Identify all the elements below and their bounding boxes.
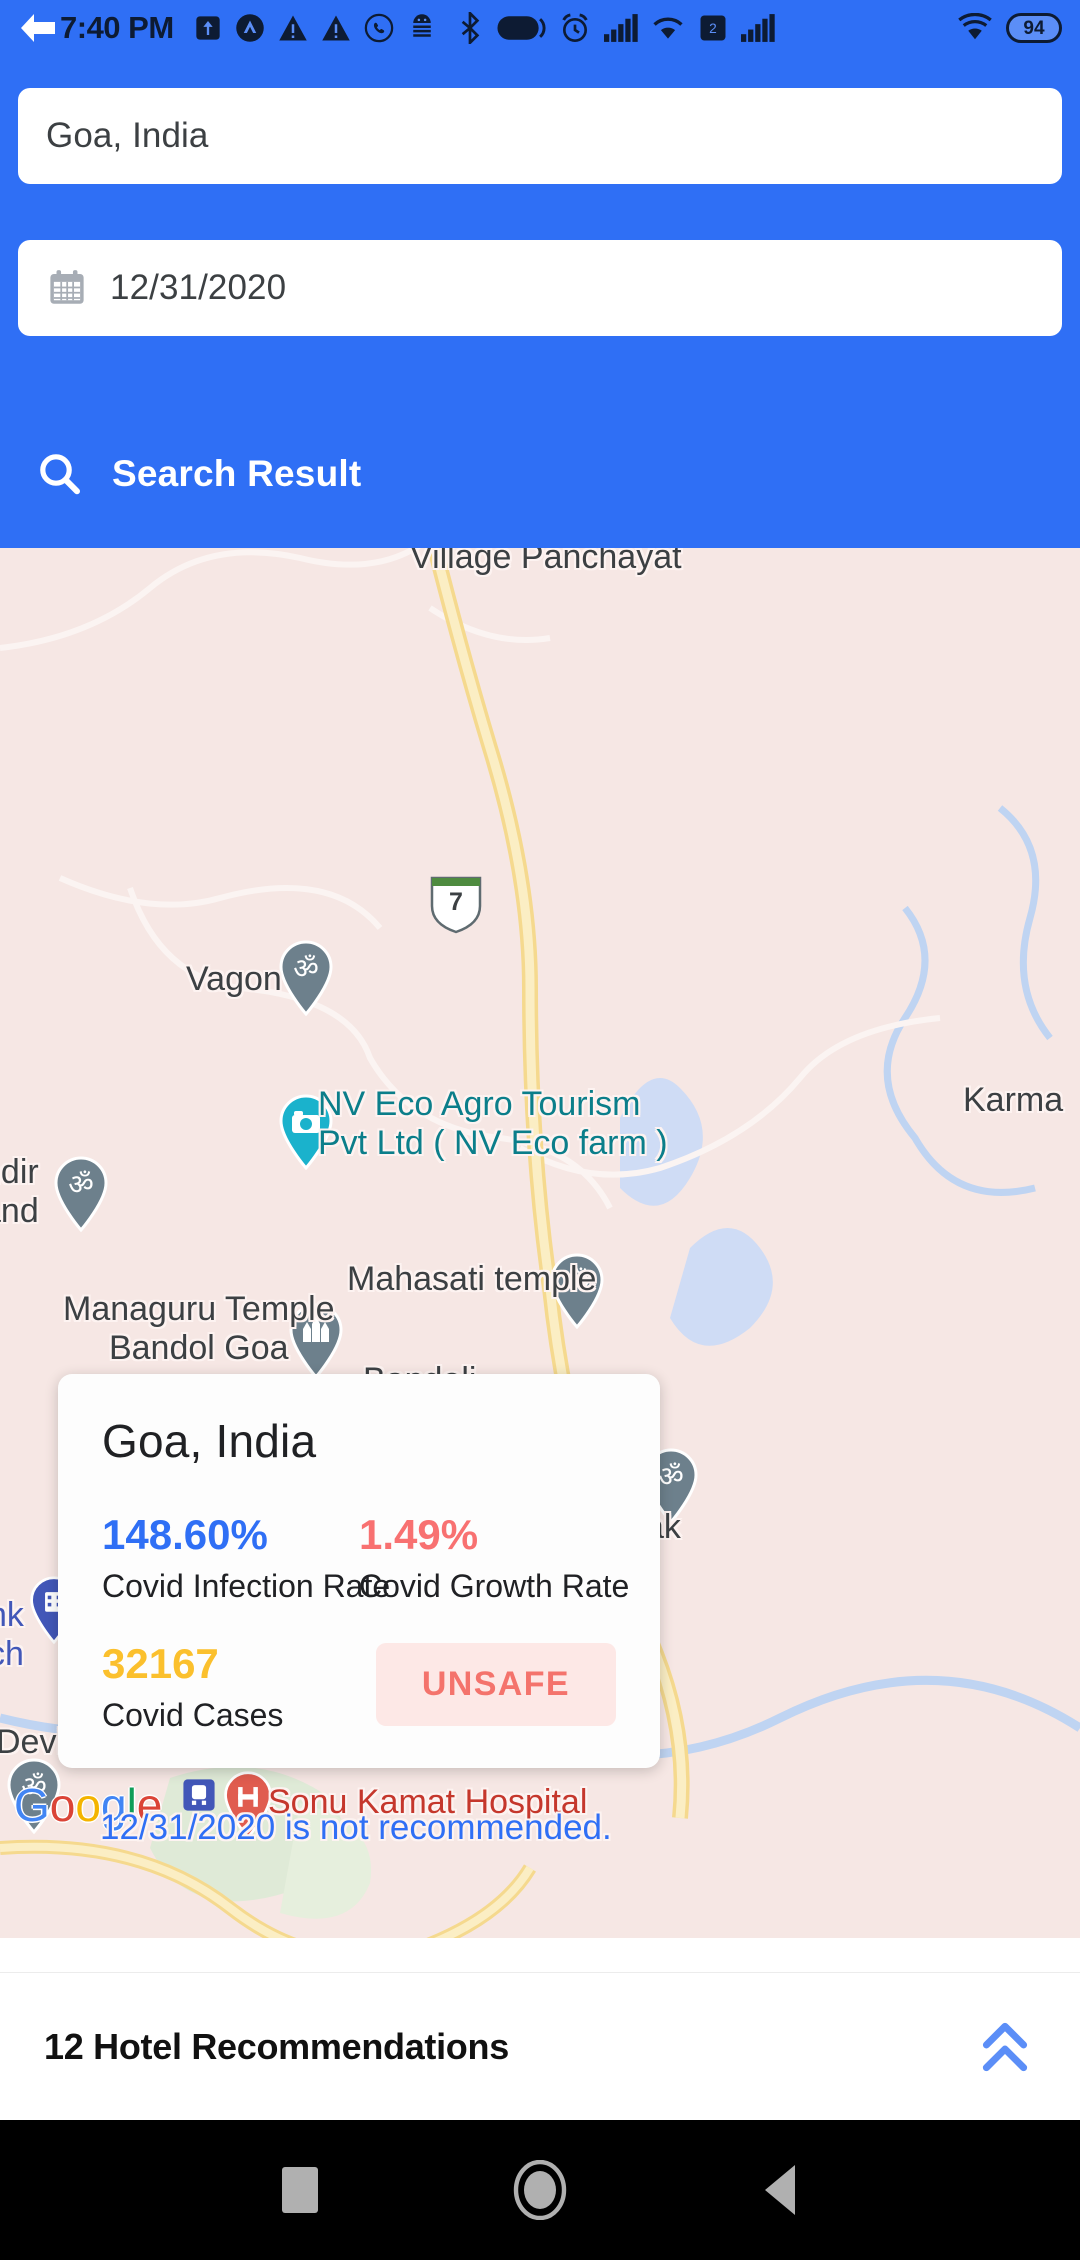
infection-rate-stat: 148.60% Covid Infection Rate <box>102 1511 391 1605</box>
date-input[interactable]: 12/31/2020 <box>18 240 1062 336</box>
status-time: 7:40 PM <box>60 10 174 45</box>
android-debug-icon <box>412 14 431 37</box>
growth-rate-label: Covid Growth Rate <box>359 1568 630 1604</box>
calendar-icon <box>50 270 84 304</box>
warning-icon <box>321 15 350 41</box>
growth-rate-stat: 1.49% Covid Growth Rate <box>359 1511 630 1605</box>
recommendation-note: 12/31/2020 is not recommended. <box>100 1808 612 1847</box>
svg-text:ॐ: ॐ <box>658 1461 684 1492</box>
svg-text:2: 2 <box>709 21 717 36</box>
cases-value: 32167 <box>102 1640 219 1687</box>
back-arrow-icon[interactable] <box>18 11 58 45</box>
mandir-label: ndir and <box>0 1153 39 1231</box>
rate-stats-row: 148.60% Covid Infection Rate 1.49% Covid… <box>102 1511 630 1605</box>
signal-icon <box>603 14 638 42</box>
growth-rate-value: 1.49% <box>359 1511 479 1558</box>
cases-label: Covid Cases <box>102 1697 284 1733</box>
location-info-card: Goa, India 148.60% Covid Infection Rate … <box>58 1374 660 1768</box>
train-station-icon[interactable] <box>182 1778 216 1812</box>
battery-indicator: 94 <box>1006 13 1062 43</box>
app-screen: 7:40 PM 2 94 Goa, India 12/31/2020 Searc… <box>0 0 1080 2260</box>
wifi-icon <box>958 13 992 40</box>
bank-branch-label: nk ch <box>0 1596 24 1674</box>
search-header: 7:40 PM 2 94 Goa, India 12/31/2020 Searc… <box>0 0 1080 548</box>
vpn-icon <box>235 14 264 42</box>
date-value: 12/31/2020 <box>110 268 287 307</box>
status-right-group: 94 <box>957 13 1062 43</box>
managuru-temple-label: Managuru Temple Bandol Goa <box>63 1290 335 1368</box>
search-icon <box>40 454 80 495</box>
card-title: Goa, India <box>102 1415 317 1467</box>
hotel-recommendations-sheet[interactable]: 12 Hotel Recommendations <box>0 1972 1080 2120</box>
bluetooth-icon <box>461 12 479 44</box>
search-result-label: Search Result <box>112 453 362 494</box>
cases-and-badge-row: 32167 Covid Cases UNSAFE <box>102 1643 616 1734</box>
status-badge: UNSAFE <box>375 1643 616 1726</box>
upload-icon <box>196 16 220 40</box>
devi-label: Devi <box>0 1723 65 1761</box>
status-icon-group <box>194 13 437 43</box>
temple-om-pin-vagon[interactable]: ॐ <box>277 940 335 1016</box>
location-value: Goa, India <box>46 116 209 155</box>
sim-icon: 2 <box>700 15 726 41</box>
status-bar: 7:40 PM 2 94 <box>0 0 1080 56</box>
search-result-button[interactable]: Search Result <box>36 450 361 498</box>
hotel-recommendations-label: 12 Hotel Recommendations <box>44 2025 509 2067</box>
wifi-icon <box>653 17 683 39</box>
battery-saver-icon <box>497 16 546 40</box>
alarm-icon <box>562 13 588 42</box>
cases-stat: 32167 Covid Cases <box>102 1643 359 1734</box>
recents-button[interactable] <box>180 2167 420 2213</box>
nv-eco-label: NV Eco Agro Tourism Pvt Ltd ( NV Eco far… <box>318 1085 668 1163</box>
warning-icon <box>278 15 307 41</box>
whatsapp-call-icon <box>364 13 393 43</box>
karmal-label: Karma <box>963 1081 1064 1119</box>
location-input[interactable]: Goa, India <box>18 88 1062 184</box>
svg-text:ॐ: ॐ <box>293 953 319 984</box>
infection-rate-label: Covid Infection Rate <box>102 1568 391 1604</box>
vagon-label: Vagon <box>186 960 282 998</box>
svg-text:7: 7 <box>449 888 463 916</box>
village-panchayat-label: Village Panchayat <box>410 548 682 576</box>
status-icon-group-2: 2 <box>457 12 775 44</box>
temple-om-pin-mandir[interactable]: ॐ <box>52 1156 110 1232</box>
status-badge-label: UNSAFE <box>421 1665 570 1703</box>
back-button[interactable] <box>660 2165 900 2215</box>
battery-level: 94 <box>1023 17 1045 39</box>
signal-icon <box>740 14 775 42</box>
home-button[interactable] <box>420 2160 660 2220</box>
infection-rate-value: 148.60% <box>102 1511 268 1558</box>
svg-text:ॐ: ॐ <box>68 1169 94 1200</box>
android-navigation-bar <box>0 2120 1080 2260</box>
double-chevron-up-icon[interactable] <box>974 2016 1036 2078</box>
mahasati-temple-label: Mahasati temple <box>347 1260 597 1298</box>
